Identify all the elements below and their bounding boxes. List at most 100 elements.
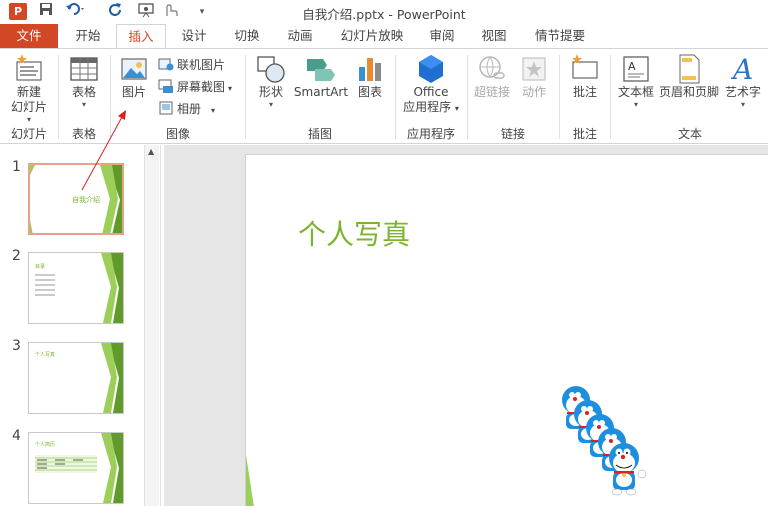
table-label: 表格: [71, 85, 96, 99]
group-label-illustrations: 插图: [307, 127, 332, 141]
svg-text:A: A: [628, 60, 636, 73]
group-label-apps: 应用程序: [406, 127, 455, 141]
ribbon: 新建 幻灯片 ▾ 表格 ▾ 图片 联机图片 屏幕截图 ▾ 相册 ▾ 形状 ▾ S…: [0, 48, 768, 144]
tab-insert[interactable]: 插入: [116, 24, 166, 49]
smartart-button[interactable]: SmartArt: [292, 53, 350, 100]
tab-review[interactable]: 审阅: [418, 24, 466, 48]
photo-album-label: 相册: [177, 102, 202, 116]
wordart-icon: A: [727, 53, 759, 86]
shapes-label: 形状: [258, 85, 283, 99]
group-label-images: 图像: [165, 127, 190, 141]
group-divider: [245, 55, 246, 139]
action-label: 动作: [521, 85, 546, 99]
slide-title[interactable]: 个人写真: [298, 213, 410, 253]
slide-thumbnail-4[interactable]: 个人简历: [28, 432, 124, 504]
wordart-label: 艺术字: [724, 85, 761, 99]
slide-number: 2: [12, 248, 21, 264]
office-apps-label-2: 应用程序 ▾: [398, 100, 464, 116]
action-button[interactable]: 动作: [514, 53, 554, 100]
group-label-comments: 批注: [572, 127, 597, 141]
header-footer-button[interactable]: 页眉和页脚: [658, 53, 720, 100]
comment-label: 批注: [572, 85, 597, 99]
shapes-button[interactable]: 形状 ▾: [250, 53, 292, 110]
group-label-slides: 幻灯片: [10, 127, 47, 141]
chart-button[interactable]: 图表: [350, 53, 390, 100]
group-divider: [395, 55, 396, 139]
new-slide-label-2: 幻灯片: [10, 100, 47, 114]
textbox-button[interactable]: A 文本框 ▾: [614, 53, 658, 110]
ribbon-tabs: 文件 开始 插入 设计 切换 动画 幻灯片放映 审阅 视图 情节提要: [0, 24, 768, 49]
comment-button[interactable]: 批注: [564, 53, 606, 100]
thumbnail-title: 自我介绍: [72, 196, 100, 204]
screenshot-button[interactable]: 屏幕截图 ▾: [158, 77, 232, 97]
thumbnail-scrollbar[interactable]: ▲: [144, 145, 159, 506]
shapes-icon: [255, 53, 287, 85]
slide-decoration: [246, 455, 254, 506]
tab-view[interactable]: 视图: [470, 24, 518, 48]
new-slide-icon: [13, 53, 45, 85]
group-divider: [467, 55, 468, 139]
current-slide[interactable]: 个人写真: [245, 154, 768, 506]
tab-storyboarding[interactable]: 情节提要: [528, 24, 592, 48]
chart-icon: [354, 53, 386, 85]
textbox-label: 文本框: [617, 85, 654, 99]
group-divider: [559, 55, 560, 139]
thumbnail-title: 目录: [35, 264, 46, 270]
smartart-label: SmartArt: [293, 85, 349, 99]
picture-label: 图片: [121, 85, 146, 99]
slide-number: 4: [12, 428, 21, 444]
svg-text:A: A: [730, 53, 753, 85]
group-label-links: 链接: [500, 127, 525, 141]
slide-thumbnail-panel: 1 自我介绍 2 目录 3 个人写真 4 个人简历: [0, 145, 145, 506]
comment-icon: [569, 53, 601, 85]
group-divider: [58, 55, 59, 139]
thumbnail-title: 个人写真: [35, 352, 56, 358]
office-apps-label-2-text: 应用程序: [403, 100, 452, 114]
office-apps-label: Office: [413, 85, 449, 99]
tab-design[interactable]: 设计: [170, 24, 218, 48]
chevron-down-icon: ▾: [633, 100, 638, 109]
chevron-down-icon: ▾: [454, 104, 459, 113]
table-button[interactable]: 表格 ▾: [62, 53, 106, 110]
header-footer-icon: [673, 53, 705, 85]
new-slide-button[interactable]: 新建 幻灯片 ▾: [4, 53, 54, 125]
photo-album-button[interactable]: 相册 ▾: [158, 99, 215, 119]
group-label-tables: 表格: [71, 127, 96, 141]
slide-number: 1: [12, 159, 21, 175]
picture-button[interactable]: 图片: [114, 53, 154, 100]
tab-home[interactable]: 开始: [64, 24, 112, 48]
group-divider: [110, 55, 111, 139]
table-icon: [68, 53, 100, 85]
slide-thumbnail-3[interactable]: 个人写真: [28, 342, 124, 414]
slide-thumbnail-2[interactable]: 目录: [28, 252, 124, 324]
hyperlink-button[interactable]: 超链接: [470, 53, 514, 100]
office-apps-icon: [415, 53, 447, 85]
chevron-down-icon: ▾: [81, 100, 86, 109]
tab-file[interactable]: 文件: [0, 24, 58, 48]
screenshot-icon: [158, 78, 174, 94]
tab-slideshow[interactable]: 幻灯片放映: [333, 24, 411, 48]
slide-edit-area: 个人写真: [164, 145, 768, 506]
new-slide-label: 新建: [16, 85, 41, 99]
window-title: 自我介绍.pptx - PowerPoint: [302, 7, 466, 22]
hyperlink-label: 超链接: [473, 85, 510, 99]
wordart-button[interactable]: A 艺术字 ▾: [720, 53, 766, 110]
tab-transitions[interactable]: 切换: [223, 24, 271, 48]
textbox-icon: A: [620, 53, 652, 85]
chevron-down-icon: ▾: [228, 84, 233, 93]
office-apps-button[interactable]: Office 应用程序 ▾: [398, 53, 464, 116]
scroll-up-icon[interactable]: ▲: [148, 147, 154, 156]
title-bar: P ▾ 自我介绍.pptx - PowerPoint: [0, 0, 768, 24]
online-picture-button[interactable]: 联机图片: [158, 55, 225, 75]
chart-label: 图表: [357, 85, 382, 99]
online-picture-label: 联机图片: [177, 58, 226, 72]
thumbnail-title: 个人简历: [35, 442, 56, 448]
doraemon-picture[interactable]: [556, 380, 660, 505]
chevron-down-icon: ▾: [211, 106, 216, 115]
smartart-icon: [305, 53, 337, 85]
group-divider: [610, 55, 611, 139]
hyperlink-icon: [476, 53, 508, 85]
tab-animations[interactable]: 动画: [276, 24, 324, 48]
slide-thumbnail-1[interactable]: 自我介绍: [28, 163, 124, 235]
chevron-down-icon: ▾: [26, 115, 31, 124]
